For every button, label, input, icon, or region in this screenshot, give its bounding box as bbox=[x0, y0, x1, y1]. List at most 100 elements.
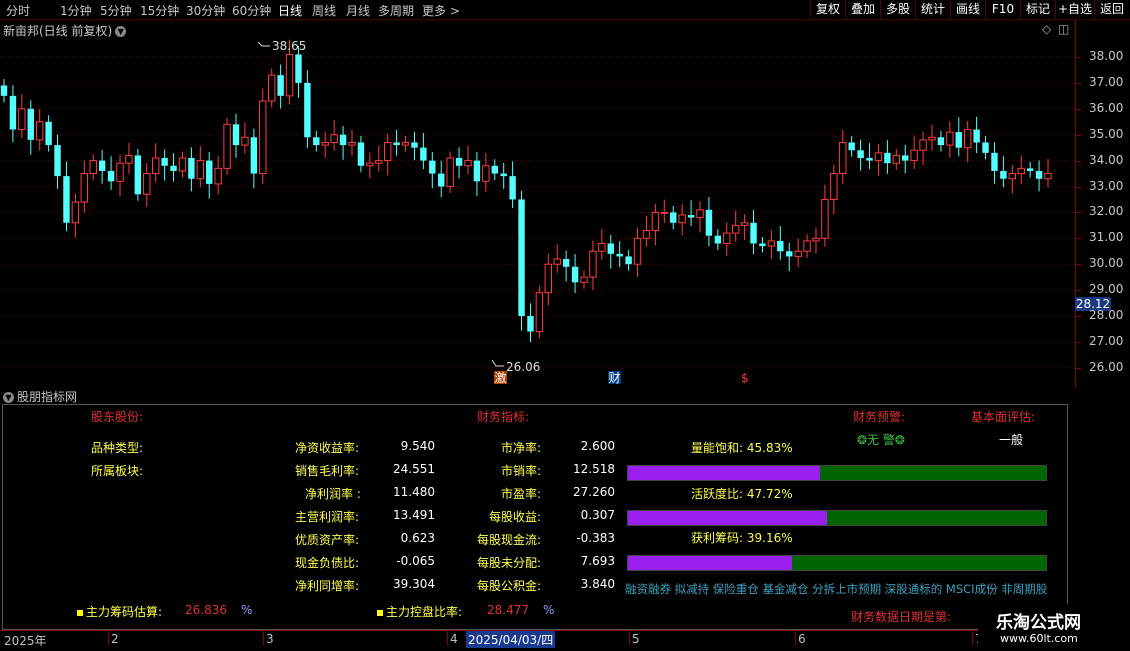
candle-body bbox=[723, 232, 731, 244]
candle-body bbox=[553, 258, 561, 265]
restore-rights-button[interactable]: 复权 bbox=[810, 0, 845, 19]
main-margin-value: 13.491 bbox=[393, 508, 435, 522]
candle-body bbox=[874, 152, 883, 162]
candle-body bbox=[963, 129, 972, 149]
candle-body bbox=[295, 54, 302, 83]
price-tick-mark bbox=[1075, 341, 1081, 343]
candle-body bbox=[928, 136, 936, 141]
time-separator bbox=[972, 631, 973, 645]
candle-body bbox=[777, 240, 784, 252]
candle-body bbox=[1035, 170, 1043, 179]
low-price-label: 26.06 bbox=[506, 360, 540, 374]
candle-body bbox=[401, 141, 410, 146]
candle-body bbox=[830, 173, 838, 200]
candle-body bbox=[357, 142, 365, 166]
statistics-button[interactable]: 统计 bbox=[915, 0, 950, 19]
draw-line-button[interactable]: 画线 bbox=[950, 0, 985, 19]
price-tick-mark bbox=[1075, 82, 1081, 84]
evaluation-header: 基本面评估: bbox=[971, 410, 1036, 424]
candle-body bbox=[98, 160, 106, 171]
price-tick-mark bbox=[1075, 367, 1081, 369]
price-tick-label: 26.00 bbox=[1089, 359, 1124, 374]
candle-body bbox=[455, 158, 463, 166]
activity-ratio-text: 活跃度比: bbox=[691, 487, 744, 501]
candle-body bbox=[509, 176, 516, 200]
pe-label: 市盈率: bbox=[501, 487, 542, 501]
candle-body bbox=[919, 139, 927, 151]
candle-body bbox=[63, 176, 70, 223]
period-tab-more[interactable]: 更多 > bbox=[422, 2, 460, 19]
candle-body bbox=[616, 253, 623, 257]
stock-tags: 融资融券 拟减持 保险重仓 基金减仓 分拆上市预期 深股通标的 MSCI成份 非… bbox=[625, 582, 1048, 596]
candle-body bbox=[991, 152, 998, 171]
candle-body bbox=[839, 141, 847, 175]
price-tick-mark bbox=[1075, 134, 1081, 136]
candle-body bbox=[196, 160, 205, 180]
candle-body bbox=[259, 100, 267, 175]
candle-body bbox=[750, 222, 757, 244]
candle-body bbox=[178, 157, 187, 172]
candle-body bbox=[107, 170, 115, 182]
f10-button[interactable]: F10 bbox=[985, 0, 1020, 19]
candle-body bbox=[598, 242, 606, 252]
activity-ratio-value: 47.72% bbox=[746, 487, 793, 501]
reserve-label: 每股公积金: bbox=[477, 579, 542, 593]
candle-body bbox=[937, 137, 945, 146]
high-pointer bbox=[257, 41, 270, 47]
control-ratio-label: 主力控盘比率: bbox=[377, 603, 462, 620]
candle-body bbox=[35, 121, 44, 141]
candle-body bbox=[892, 154, 901, 164]
period-tab-timeshare[interactable]: 分时 bbox=[6, 2, 30, 19]
candle-body bbox=[500, 173, 507, 177]
indicator-panel: 股东股份: 财务指标: 财务预警: 基本面评估: 品种类型: 所属板块: ❂无 … bbox=[2, 404, 1068, 630]
candle-body bbox=[250, 137, 258, 174]
candle-body bbox=[134, 155, 142, 195]
period-toolbar: 分时 1分钟 5分钟 15分钟 30分钟 60分钟 日线 周线 月线 多周期 更… bbox=[0, 0, 1130, 20]
indicator-title[interactable]: ▼ 股朋指标网 bbox=[3, 388, 77, 405]
chevron-down-icon[interactable]: ▼ bbox=[3, 392, 14, 403]
candle-body bbox=[473, 160, 481, 182]
period-tab-1min[interactable]: 1分钟 bbox=[60, 2, 92, 19]
candle-body bbox=[241, 136, 249, 146]
volume-saturation-fill bbox=[628, 466, 820, 480]
period-tab-5min[interactable]: 5分钟 bbox=[100, 2, 132, 19]
price-tick-label: 35.00 bbox=[1089, 126, 1124, 141]
period-tab-15min[interactable]: 15分钟 bbox=[140, 2, 179, 19]
price-tick-label: 34.00 bbox=[1089, 152, 1124, 167]
candle-body bbox=[80, 173, 89, 203]
candle-body bbox=[821, 198, 829, 239]
candle-body bbox=[910, 149, 918, 162]
period-tab-30min[interactable]: 30分钟 bbox=[186, 2, 225, 19]
net-growth-value: 39.304 bbox=[393, 577, 435, 591]
cash-debt-label: 现金负债比: bbox=[295, 556, 360, 570]
indicator-title-text: 股朋指标网 bbox=[17, 390, 78, 404]
pb-label: 市净率: bbox=[501, 441, 542, 455]
main-chip-percent: % bbox=[241, 603, 253, 617]
period-tab-60min[interactable]: 60分钟 bbox=[232, 2, 271, 19]
back-button[interactable]: 返回 bbox=[1094, 0, 1129, 19]
mark-button[interactable]: 标记 bbox=[1020, 0, 1055, 19]
overlay-button[interactable]: 叠加 bbox=[845, 0, 880, 19]
candle-body bbox=[535, 292, 544, 333]
profit-chip-bar bbox=[627, 555, 1047, 571]
candle-body bbox=[446, 157, 454, 187]
candle-body bbox=[1044, 173, 1052, 180]
time-label-may: 5 bbox=[632, 632, 640, 646]
candle-body bbox=[1008, 173, 1017, 180]
add-watchlist-button[interactable]: +自选 bbox=[1055, 0, 1094, 19]
multi-stock-button[interactable]: 多股 bbox=[880, 0, 915, 19]
candle-body bbox=[660, 211, 669, 214]
time-separator bbox=[629, 631, 630, 645]
candle-body bbox=[232, 124, 240, 146]
period-tab-daily[interactable]: 日线 bbox=[278, 2, 302, 19]
roe-value: 9.540 bbox=[400, 439, 435, 453]
evaluation-value: 一般 bbox=[999, 433, 1024, 447]
candle-body bbox=[786, 251, 793, 257]
eps-label: 每股收益: bbox=[489, 510, 542, 524]
candlestick-chart[interactable]: 38.65 26.06激 财 $ bbox=[0, 20, 1075, 390]
cashflow-per-share-value: -0.383 bbox=[576, 531, 615, 545]
period-tab-multi[interactable]: 多周期 bbox=[378, 2, 414, 19]
period-tab-monthly[interactable]: 月线 bbox=[346, 2, 370, 19]
price-tick-label: 38.00 bbox=[1089, 49, 1124, 63]
period-tab-weekly[interactable]: 周线 bbox=[312, 2, 336, 19]
